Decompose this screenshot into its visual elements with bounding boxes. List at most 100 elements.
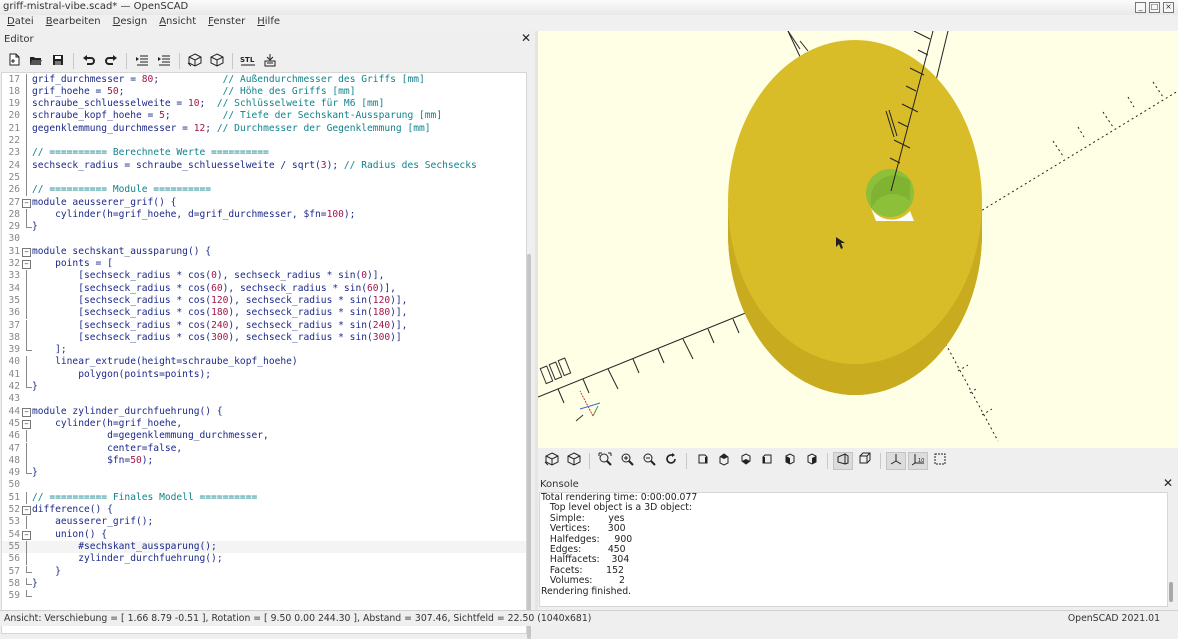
code-line[interactable]: 55 #sechskant_aussparung(); xyxy=(2,540,526,554)
code-line[interactable]: 27− module aeusserer_grif() { xyxy=(2,197,526,209)
orthogonal-button[interactable] xyxy=(855,452,875,470)
fold-guide xyxy=(26,331,27,345)
code-line[interactable]: 58} xyxy=(2,577,526,590)
show-axes-button[interactable] xyxy=(886,451,906,470)
code-line[interactable]: 26 // ========== Module ========== xyxy=(2,184,526,197)
code-line[interactable]: 25 xyxy=(2,171,526,185)
fold-toggle-icon[interactable]: − xyxy=(22,530,31,540)
view-right-button[interactable] xyxy=(692,452,712,470)
code-line[interactable]: 23 // ========== Berechnete Werte =======… xyxy=(2,147,526,160)
send-to-print-button[interactable] xyxy=(260,52,280,70)
fold-guide xyxy=(26,122,27,135)
code-line[interactable]: 47 center=false, xyxy=(2,442,526,455)
code-line[interactable]: 21 gegenklemmung_durchmesser = 12; // Dur… xyxy=(2,122,526,135)
code-line[interactable]: 52− difference() { xyxy=(2,504,526,516)
menu-hilfe[interactable]: Hilfe xyxy=(250,15,285,31)
menu-ansicht[interactable]: Ansicht xyxy=(152,15,201,31)
view-left-button[interactable] xyxy=(758,452,778,470)
close-window-button[interactable]: × xyxy=(1163,2,1174,13)
code-line[interactable]: 40 linear_extrude(height=schraube_kopf_h… xyxy=(2,356,526,369)
code-line[interactable]: 42} xyxy=(2,381,526,393)
indent-button[interactable] xyxy=(154,52,174,70)
toolbar-separator xyxy=(73,53,74,69)
editor-scrollbar[interactable] xyxy=(527,254,531,639)
unindent-icon xyxy=(135,54,149,69)
fold-toggle-icon[interactable]: − xyxy=(22,247,31,257)
code-line[interactable]: 18 grif_hoehe = 50; // Höhe des Griffs [m… xyxy=(2,85,526,99)
unindent-button[interactable] xyxy=(132,52,152,70)
code-line[interactable]: 29} xyxy=(2,221,526,233)
code-line[interactable]: 39 ]; xyxy=(2,344,526,356)
show-scale-button[interactable]: 10 xyxy=(908,451,928,470)
fold-toggle-icon[interactable]: − xyxy=(22,198,31,208)
code-line[interactable]: 49} xyxy=(2,467,526,479)
export-stl-button[interactable]: STL xyxy=(238,52,258,70)
reset-view-button[interactable] xyxy=(661,452,681,470)
code-line[interactable]: 53 aeusserer_grif(); xyxy=(2,516,526,529)
menu-bearbeiten[interactable]: Bearbeiten xyxy=(39,15,106,31)
new-file-button[interactable] xyxy=(4,52,24,70)
editor-close-button[interactable]: ✕ xyxy=(521,31,531,45)
code-line[interactable]: 35 [sechseck_radius * cos(120), sechseck… xyxy=(2,294,526,308)
code-line[interactable]: 51 // ========== Finales Modell =========… xyxy=(2,491,526,504)
console-scrollbar[interactable] xyxy=(1169,582,1173,602)
code-line[interactable]: 34 [sechseck_radius * cos(60), sechseck_… xyxy=(2,282,526,295)
code-line[interactable]: 36 [sechseck_radius * cos(180), sechseck… xyxy=(2,307,526,320)
line-number: 17 xyxy=(8,73,20,85)
view-front-button[interactable] xyxy=(780,452,800,470)
fold-toggle-icon[interactable]: − xyxy=(22,419,31,429)
open-file-button[interactable] xyxy=(26,52,46,70)
render-button[interactable] xyxy=(207,52,227,70)
zoom-in-button[interactable] xyxy=(617,452,637,470)
view-top-button[interactable] xyxy=(714,452,734,470)
save-button[interactable] xyxy=(48,52,68,70)
line-number: 50 xyxy=(8,479,20,491)
console-close-button[interactable]: ✕ xyxy=(1163,476,1173,490)
redo-button[interactable] xyxy=(101,52,121,70)
code-line[interactable]: 48 $fn=50); xyxy=(2,454,526,468)
code-line[interactable]: 46 d=gegenklemmung_durchmesser, xyxy=(2,430,526,443)
code-line[interactable]: 37 [sechseck_radius * cos(240), sechseck… xyxy=(2,319,526,332)
code-line[interactable]: 54− union() { xyxy=(2,529,526,541)
code-line[interactable]: 31− module sechskant_aussparung() { xyxy=(2,246,526,258)
code-line[interactable]: 22 xyxy=(2,135,526,148)
maximize-button[interactable]: □ xyxy=(1149,2,1160,13)
code-text: cylinder(h=grif_hoehe, xyxy=(32,417,183,429)
zoom-out-button[interactable] xyxy=(639,452,659,470)
code-line[interactable]: 57 } xyxy=(2,565,526,578)
code-line[interactable]: 56 zylinder_durchfuehrung(); xyxy=(2,553,526,566)
fold-toggle-icon[interactable]: − xyxy=(22,506,31,515)
code-line[interactable]: 30 xyxy=(2,233,526,245)
code-line[interactable]: 38 [sechseck_radius * cos(300), sechseck… xyxy=(2,331,526,345)
view-bottom-button[interactable] xyxy=(736,452,756,470)
code-line[interactable]: 59 xyxy=(2,590,526,602)
fold-toggle-icon[interactable]: − xyxy=(22,407,31,417)
fold-toggle-icon[interactable]: − xyxy=(22,260,31,269)
zoom-all-button[interactable] xyxy=(595,452,615,470)
code-line[interactable]: 17 grif_durchmesser = 80; // Außendurchme… xyxy=(2,73,526,86)
undo-button[interactable] xyxy=(79,52,99,70)
show-edges-button[interactable] xyxy=(930,452,950,470)
code-line[interactable]: 50 xyxy=(2,479,526,491)
code-line[interactable]: 41 polygon(points=points); xyxy=(2,368,526,381)
code-line[interactable]: 33 [sechseck_radius * cos(0), sechseck_r… xyxy=(2,270,526,283)
minimize-button[interactable]: _ xyxy=(1135,2,1146,13)
code-line[interactable]: 20 schraube_kopf_hoehe = 5; // Tiefe der … xyxy=(2,110,526,123)
preview-button[interactable] xyxy=(542,452,562,470)
code-line[interactable]: 28 cylinder(h=grif_hoehe, d=grif_durchme… xyxy=(2,208,526,222)
code-line[interactable]: 24 sechseck_radius = schraube_schluesselw… xyxy=(2,159,526,172)
render-button[interactable] xyxy=(564,452,584,470)
code-editor[interactable]: 17 grif_durchmesser = 80; // Außendurchme… xyxy=(1,72,527,634)
view-back-button[interactable] xyxy=(802,452,822,470)
preview-button[interactable] xyxy=(185,52,205,70)
code-line[interactable]: 32− points = [ xyxy=(2,258,526,270)
code-line[interactable]: 45− cylinder(h=grif_hoehe, xyxy=(2,418,526,430)
code-line[interactable]: 44− module zylinder_durchfuehrung() { xyxy=(2,406,526,418)
menu-datei[interactable]: Datei xyxy=(0,15,39,31)
perspective-button[interactable] xyxy=(833,451,853,470)
menu-design[interactable]: Design xyxy=(106,15,153,31)
menu-fenster[interactable]: Fenster xyxy=(201,15,250,31)
code-line[interactable]: 43 xyxy=(2,393,526,405)
3d-viewport[interactable] xyxy=(538,31,1178,448)
code-line[interactable]: 19 schraube_schluesselweite = 10; // Schl… xyxy=(2,98,526,111)
